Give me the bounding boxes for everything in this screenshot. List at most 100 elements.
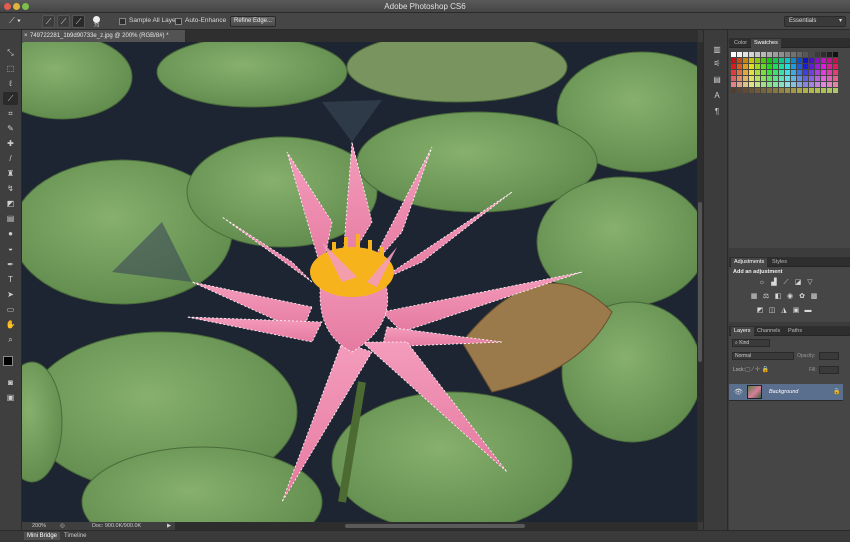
- color-swatch[interactable]: [743, 58, 748, 63]
- marquee-icon[interactable]: ⬚: [3, 62, 18, 75]
- color-swatch[interactable]: [803, 52, 808, 57]
- posterize-icon[interactable]: ◫: [767, 307, 777, 315]
- tab-layers[interactable]: Layers: [731, 327, 754, 336]
- status-info-icon[interactable]: ◎: [60, 522, 65, 530]
- status-menu-arrow-icon[interactable]: ▶: [167, 522, 171, 530]
- color-swatch[interactable]: [785, 88, 790, 93]
- crop-icon[interactable]: ⌗: [3, 107, 18, 120]
- foreground-color-swatch[interactable]: [3, 356, 13, 366]
- color-swatch[interactable]: [767, 64, 772, 69]
- color-swatch[interactable]: [755, 58, 760, 63]
- color-swatch[interactable]: [833, 88, 838, 93]
- color-swatch[interactable]: [755, 76, 760, 81]
- gradient-icon[interactable]: ▤: [3, 212, 18, 225]
- curves-icon[interactable]: ⟋: [781, 279, 791, 287]
- color-swatch[interactable]: [815, 52, 820, 57]
- color-swatch[interactable]: [779, 88, 784, 93]
- color-swatch[interactable]: [821, 70, 826, 75]
- color-swatch[interactable]: [803, 70, 808, 75]
- actions-panel-icon[interactable]: ⚟: [711, 58, 723, 70]
- hue-saturation-icon[interactable]: ▦: [749, 293, 759, 301]
- color-swatch[interactable]: [767, 58, 772, 63]
- color-swatch[interactable]: [737, 64, 742, 69]
- color-swatch[interactable]: [779, 58, 784, 63]
- color-swatch[interactable]: [827, 82, 832, 87]
- zoom-icon[interactable]: ⌕: [3, 333, 18, 346]
- exposure-icon[interactable]: ◪: [793, 279, 803, 287]
- color-swatch[interactable]: [743, 70, 748, 75]
- color-swatch[interactable]: [749, 58, 754, 63]
- color-swatch[interactable]: [803, 88, 808, 93]
- color-swatch[interactable]: [809, 76, 814, 81]
- color-swatch[interactable]: [767, 70, 772, 75]
- color-swatch[interactable]: [785, 64, 790, 69]
- color-swatch[interactable]: [731, 64, 736, 69]
- color-swatch[interactable]: [827, 76, 832, 81]
- color-swatch[interactable]: [749, 64, 754, 69]
- color-swatch[interactable]: [827, 88, 832, 93]
- color-swatch[interactable]: [761, 82, 766, 87]
- invert-icon[interactable]: ◩: [755, 307, 765, 315]
- color-swatch[interactable]: [791, 88, 796, 93]
- color-swatch[interactable]: [743, 82, 748, 87]
- color-swatch[interactable]: [809, 64, 814, 69]
- photo-filter-icon[interactable]: ◉: [785, 293, 795, 301]
- color-swatch[interactable]: [779, 76, 784, 81]
- tab-timeline[interactable]: Timeline: [64, 533, 86, 539]
- color-swatch[interactable]: [821, 64, 826, 69]
- color-lookup-icon[interactable]: ▩: [809, 293, 819, 301]
- color-swatch[interactable]: [743, 88, 748, 93]
- threshold-icon[interactable]: ◮: [779, 307, 789, 315]
- color-swatch[interactable]: [731, 52, 736, 57]
- color-balance-icon[interactable]: ⚖: [761, 293, 771, 301]
- paragraph-panel-icon[interactable]: ¶: [711, 106, 723, 118]
- document-canvas[interactable]: [22, 42, 698, 522]
- tool-preset-picker[interactable]: ⟋ ▾: [4, 15, 26, 28]
- color-swatch[interactable]: [803, 82, 808, 87]
- zoom-level[interactable]: 200%: [32, 522, 46, 530]
- color-swatch[interactable]: [797, 70, 802, 75]
- blur-icon[interactable]: ●: [3, 227, 18, 240]
- layer-name[interactable]: Background: [769, 389, 798, 395]
- color-swatch[interactable]: [755, 88, 760, 93]
- quick-selection-icon[interactable]: ⟋: [3, 92, 18, 105]
- history-panel-icon[interactable]: ▥: [711, 44, 723, 56]
- color-swatch[interactable]: [827, 64, 832, 69]
- color-swatch[interactable]: [755, 70, 760, 75]
- color-swatch[interactable]: [797, 58, 802, 63]
- color-swatch[interactable]: [773, 64, 778, 69]
- workspace-select[interactable]: Essentials ▾: [784, 16, 846, 27]
- color-swatch[interactable]: [815, 88, 820, 93]
- color-swatch[interactable]: [761, 58, 766, 63]
- rectangle-icon[interactable]: ▭: [3, 303, 18, 316]
- color-swatch[interactable]: [743, 64, 748, 69]
- selective-color-icon[interactable]: ▣: [791, 307, 801, 315]
- color-swatch[interactable]: [779, 70, 784, 75]
- horizontal-scroll-thumb[interactable]: [345, 524, 525, 528]
- minimize-window-button[interactable]: [13, 3, 20, 10]
- lasso-icon[interactable]: ℓ: [3, 77, 18, 90]
- color-swatch[interactable]: [749, 70, 754, 75]
- brightness-contrast-icon[interactable]: ☼: [757, 279, 767, 287]
- close-icon[interactable]: ×: [24, 30, 28, 42]
- color-swatch[interactable]: [785, 52, 790, 57]
- color-swatch[interactable]: [731, 58, 736, 63]
- color-swatch[interactable]: [755, 64, 760, 69]
- color-swatch[interactable]: [833, 64, 838, 69]
- tab-mini-bridge[interactable]: Mini Bridge: [24, 532, 61, 540]
- color-swatch[interactable]: [749, 88, 754, 93]
- lock-options-icon[interactable]: ▢ ⁄ ✛ 🔒: [745, 366, 769, 373]
- color-swatch[interactable]: [821, 82, 826, 87]
- color-swatch[interactable]: [761, 70, 766, 75]
- color-swatch[interactable]: [731, 88, 736, 93]
- eyedropper-icon[interactable]: ✎: [3, 122, 18, 135]
- document-tab[interactable]: × 749722281_1b9d90733e_z.jpg @ 200% (RGB…: [22, 30, 186, 42]
- color-swatch[interactable]: [809, 82, 814, 87]
- color-swatch[interactable]: [773, 58, 778, 63]
- subtract-from-selection-icon[interactable]: ⟋: [72, 15, 85, 28]
- color-swatch[interactable]: [815, 82, 820, 87]
- vertical-scroll-thumb[interactable]: [698, 202, 702, 362]
- color-swatch[interactable]: [737, 70, 742, 75]
- color-swatch[interactable]: [761, 88, 766, 93]
- color-swatch[interactable]: [779, 82, 784, 87]
